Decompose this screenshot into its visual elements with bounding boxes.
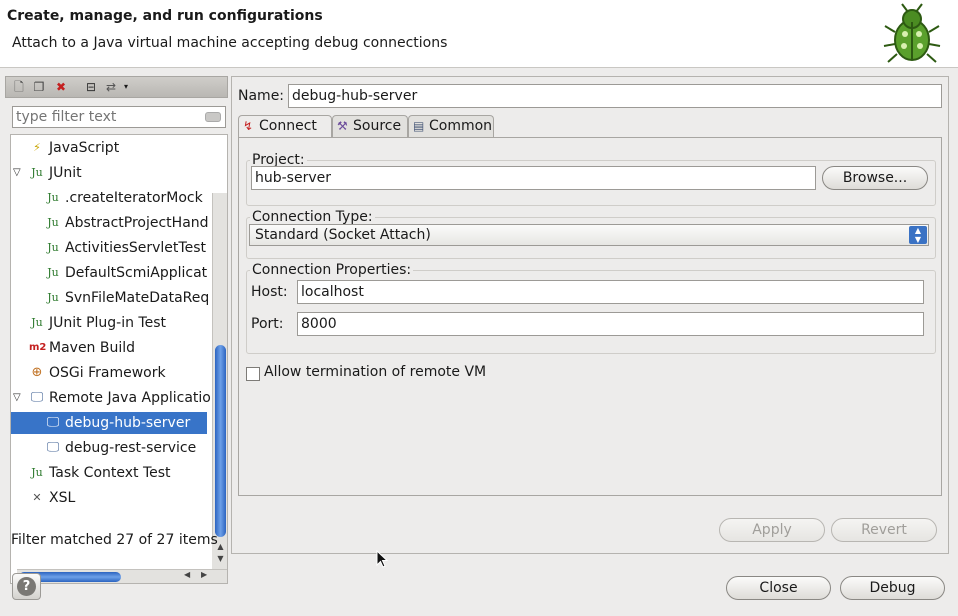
junit-icon: Ju <box>31 166 43 179</box>
junit-icon: Ju <box>47 241 59 254</box>
tab-source[interactable]: ⚒ Source <box>332 115 408 137</box>
tree-item-junit[interactable]: ▽ Ju JUnit <box>11 162 207 184</box>
tree-item[interactable]: Ju DefaultScmiApplicat <box>11 262 207 284</box>
configurations-toolbar: 🗋 ❐ ✖ ⊟ ⇄ ▾ <box>5 76 228 98</box>
chevron-down-icon[interactable]: ▾ <box>119 80 133 94</box>
revert-button[interactable]: Revert <box>831 518 937 542</box>
tree-item-junit-plugin[interactable]: Ju JUnit Plug-in Test <box>11 312 207 334</box>
clear-filter-icon[interactable] <box>205 112 221 122</box>
junit-icon: Ju <box>47 216 59 229</box>
connection-type-group: Connection Type: Standard (Socket Attach… <box>246 209 936 259</box>
filter-status: Filter matched 27 of 27 items <box>11 532 218 548</box>
bug-icon <box>883 3 941 63</box>
tree-item-task-context[interactable]: Ju Task Context Test <box>11 462 207 484</box>
dialog-title: Create, manage, and run configurations <box>7 8 323 24</box>
allow-termination-checkbox[interactable] <box>246 367 260 381</box>
tree-item-remote-java[interactable]: ▽ 🖵 Remote Java Applicatio <box>11 387 211 409</box>
port-label: Port: <box>251 316 284 332</box>
junit-icon: Ju <box>47 191 59 204</box>
tree-item-debug-rest-service[interactable]: 🖵 debug-rest-service <box>11 437 207 459</box>
project-field[interactable]: hub-server <box>251 166 816 190</box>
filter-icon[interactable]: ⇄ <box>104 80 118 94</box>
tree-item[interactable]: Ju AbstractProjectHand <box>11 212 208 234</box>
source-icon: ⚒ <box>337 119 348 133</box>
maven-icon: m2 <box>29 342 47 353</box>
remote-java-icon: 🖵 <box>46 415 60 430</box>
connection-type-select[interactable]: Standard (Socket Attach) ▲ ▼ <box>249 224 929 246</box>
remote-java-icon: 🖵 <box>30 390 44 405</box>
help-button[interactable]: ? <box>12 573 41 600</box>
host-field[interactable]: localhost <box>297 280 924 304</box>
tree-vertical-scrollbar[interactable] <box>212 193 227 566</box>
scroll-left-icon[interactable]: ◀ <box>184 570 190 579</box>
xsl-icon: ✕ <box>32 491 42 504</box>
tree-horizontal-scrollbar[interactable]: ◀ ▶ <box>17 569 227 583</box>
select-arrows-icon: ▲ ▼ <box>909 226 927 244</box>
new-configuration-icon[interactable]: 🗋 <box>12 80 26 94</box>
configuration-tree: ⚡ JavaScript ▽ Ju JUnit Ju .createIterat… <box>10 134 228 584</box>
tree-item[interactable]: Ju ActivitiesServletTest <box>11 237 207 259</box>
browse-button[interactable]: Browse... <box>822 166 928 190</box>
junit-plugin-icon: Ju <box>31 316 43 329</box>
close-button[interactable]: Close <box>726 576 831 600</box>
javascript-icon: ⚡ <box>33 141 41 154</box>
connection-properties-label: Connection Properties: <box>250 262 414 278</box>
debug-button[interactable]: Debug <box>840 576 945 600</box>
dialog-header: Create, manage, and run configurations A… <box>0 0 958 68</box>
tree-item-maven[interactable]: m2 Maven Build <box>11 337 207 359</box>
apply-button[interactable]: Apply <box>719 518 825 542</box>
tree-item-osgi[interactable]: ⊕ OSGi Framework <box>11 362 207 384</box>
junit-icon: Ju <box>47 266 59 279</box>
tab-connect[interactable]: ↯ Connect <box>238 115 332 138</box>
connection-type-label: Connection Type: <box>250 209 375 225</box>
junit-icon: Ju <box>47 291 59 304</box>
name-field[interactable]: debug-hub-server <box>288 84 942 108</box>
vertical-scroll-thumb[interactable] <box>215 345 226 537</box>
connection-properties-group: Connection Properties: Host: localhost P… <box>246 262 936 354</box>
project-group: Project: hub-server Browse... <box>246 152 936 206</box>
duplicate-icon[interactable]: ❐ <box>32 80 46 94</box>
configurations-panel: 🗋 ❐ ✖ ⊟ ⇄ ▾ ⚡ JavaScript ▽ Ju JUnit Ju .… <box>5 76 228 584</box>
connect-icon: ↯ <box>243 119 254 133</box>
dialog-subtitle: Attach to a Java virtual machine accepti… <box>12 35 448 51</box>
expand-icon[interactable]: ▽ <box>13 387 21 409</box>
allow-termination-label: Allow termination of remote VM <box>264 364 487 380</box>
remote-java-icon: 🖵 <box>46 440 60 455</box>
configuration-editor: Name: debug-hub-server ↯ Connect ⚒ Sourc… <box>231 76 949 554</box>
delete-icon[interactable]: ✖ <box>54 80 68 94</box>
connect-tab-body: Project: hub-server Browse... Connection… <box>238 137 942 496</box>
collapse-all-icon[interactable]: ⊟ <box>84 80 98 94</box>
scroll-right-icon[interactable]: ▶ <box>201 570 207 579</box>
expand-icon[interactable]: ▽ <box>13 162 21 184</box>
mouse-cursor-icon <box>376 550 388 568</box>
junit-icon: Ju <box>31 466 43 479</box>
host-label: Host: <box>251 284 288 300</box>
name-label: Name: <box>238 88 285 104</box>
filter-input-box[interactable] <box>12 106 226 128</box>
tree-item-debug-hub-server[interactable]: 🖵 debug-hub-server <box>11 412 207 434</box>
tab-common[interactable]: ▤ Common <box>408 115 494 137</box>
tree-item-javascript[interactable]: ⚡ JavaScript <box>11 137 207 159</box>
port-field[interactable]: 8000 <box>297 312 924 336</box>
tree-item[interactable]: Ju SvnFileMateDataReq <box>11 287 209 309</box>
help-icon: ? <box>17 577 36 596</box>
tree-item-xsl[interactable]: ✕ XSL <box>11 487 207 509</box>
tree-item[interactable]: Ju .createIteratorMock <box>11 187 207 209</box>
filter-input[interactable] <box>13 107 193 127</box>
common-icon: ▤ <box>413 119 425 133</box>
osgi-icon: ⊕ <box>31 365 43 380</box>
